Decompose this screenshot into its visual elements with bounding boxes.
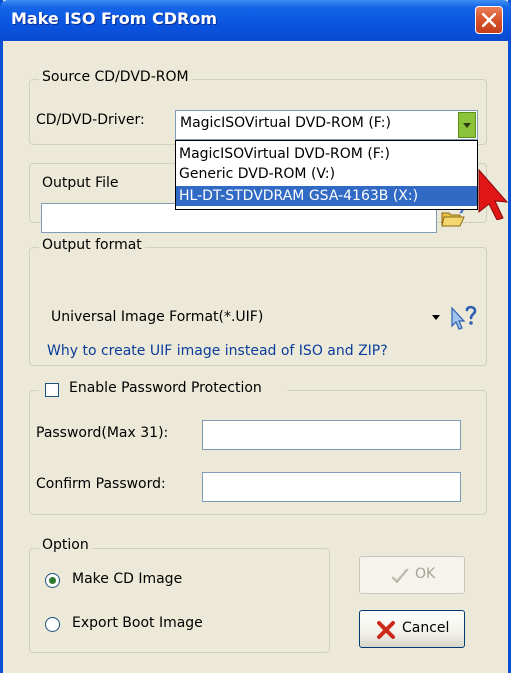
make-iso-dialog: Make ISO From CDRom Source CD/DVD-ROM CD…: [0, 0, 511, 673]
format-selected-value: Universal Image Format(*.UIF): [51, 309, 264, 325]
output-file-label: Output File: [39, 175, 122, 191]
password-input[interactable]: [202, 420, 461, 450]
close-icon: [482, 13, 496, 27]
red-arrow-cursor-icon: [478, 168, 509, 220]
source-group-label: Source CD/DVD-ROM: [39, 69, 192, 85]
ok-button[interactable]: OK: [359, 556, 465, 594]
make-cd-image-option[interactable]: Make CD Image: [45, 570, 245, 592]
checkmark-icon: [391, 568, 409, 584]
output-format-label: Output format: [39, 237, 145, 253]
export-boot-image-option[interactable]: Export Boot Image: [45, 614, 245, 636]
driver-label: CD/DVD-Driver:: [36, 112, 145, 128]
cancel-x-icon: [377, 621, 395, 639]
cancel-button[interactable]: Cancel: [359, 610, 465, 648]
make-cd-image-radio[interactable]: [45, 573, 60, 588]
enable-password-checkbox-row[interactable]: Enable Password Protection: [39, 378, 287, 402]
confirm-password-label: Confirm Password:: [36, 476, 166, 492]
uif-help-link[interactable]: Why to create UIF image instead of ISO a…: [47, 343, 388, 359]
make-cd-image-label: Make CD Image: [72, 571, 183, 587]
title-bar[interactable]: Make ISO From CDRom: [0, 0, 511, 41]
help-cursor-button[interactable]: [447, 302, 479, 334]
option-group-label: Option: [39, 537, 92, 553]
option-group: [29, 548, 330, 653]
chevron-down-icon[interactable]: [458, 112, 476, 138]
driver-dropdown-list: MagicISOVirtual DVD-ROM (F:) Generic DVD…: [175, 140, 478, 210]
window-title: Make ISO From CDRom: [11, 9, 218, 28]
driver-option-highlighted[interactable]: HL-DT-STDVDRAM GSA-4163B (X:): [176, 186, 477, 206]
confirm-password-input[interactable]: [202, 472, 461, 502]
driver-select[interactable]: MagicISOVirtual DVD-ROM (F:): [175, 110, 478, 140]
driver-option[interactable]: MagicISOVirtual DVD-ROM (F:): [176, 144, 477, 164]
enable-password-checkbox[interactable]: [45, 383, 59, 397]
driver-selected-value: MagicISOVirtual DVD-ROM (F:): [180, 115, 391, 131]
export-boot-image-label: Export Boot Image: [72, 615, 203, 631]
driver-option[interactable]: Generic DVD-ROM (V:): [176, 164, 477, 184]
password-label: Password(Max 31):: [36, 425, 169, 441]
help-icon: [451, 305, 477, 330]
enable-password-label: Enable Password Protection: [69, 380, 262, 396]
export-boot-image-radio[interactable]: [45, 617, 60, 632]
chevron-down-icon[interactable]: [432, 315, 440, 320]
cancel-label: Cancel: [402, 620, 450, 636]
ok-label: OK: [415, 566, 436, 582]
format-select[interactable]: Universal Image Format(*.UIF): [45, 305, 445, 331]
close-button[interactable]: [475, 6, 503, 34]
